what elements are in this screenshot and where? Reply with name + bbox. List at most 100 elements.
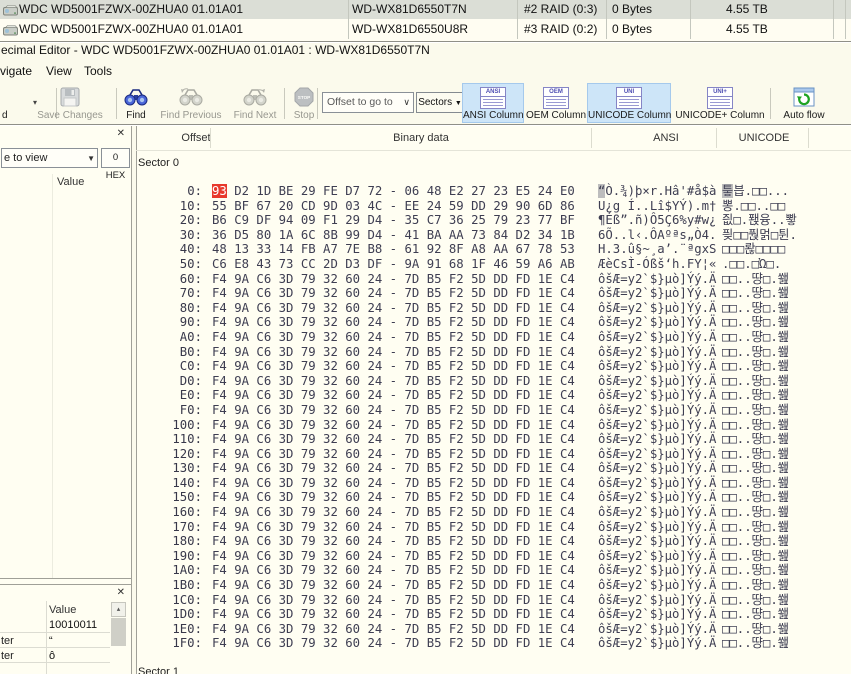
unicode-text[interactable]: 틓븝.□□... [722, 184, 789, 199]
unicode-text[interactable]: □□..땽□.쐞 [722, 330, 789, 345]
hex-bytes[interactable]: F4 9A C6 3D 79 32 60 24 - 7D B5 F2 5D DD… [212, 301, 575, 316]
selected-ansi-char[interactable]: “ [598, 184, 605, 198]
hex-bytes[interactable]: 48 13 33 14 FB A7 7E B8 - 61 92 8F A8 AA… [212, 242, 575, 257]
hex-bytes[interactable]: F4 9A C6 3D 79 32 60 24 - 7D B5 F2 5D DD… [212, 461, 575, 476]
ansi-text[interactable]: ôšÆ=y2`$}µò]Ýý.Ä [598, 593, 716, 608]
menu-item-navigate[interactable]: vigate [0, 62, 32, 80]
unicode-text[interactable]: □□..땽□.쐞 [722, 374, 789, 389]
hex-bytes[interactable]: F4 9A C6 3D 79 32 60 24 - 7D B5 F2 5D DD… [212, 403, 575, 418]
unicode-text[interactable]: □□..땽□.쐞 [722, 593, 789, 608]
hex-bytes[interactable]: F4 9A C6 3D 79 32 60 24 - 7D B5 F2 5D DD… [212, 490, 575, 505]
ansi-text[interactable]: ôšÆ=y2`$}µò]Ýý.Ä [598, 432, 716, 447]
hex-bytes[interactable]: 55 BF 67 20 CD 9D 03 4C - EE 24 59 DD 29… [212, 199, 575, 214]
hex-bytes[interactable]: F4 9A C6 3D 79 32 60 24 - 7D B5 F2 5D DD… [212, 315, 575, 330]
unicode-text[interactable]: □□..땽□.쐞 [722, 301, 789, 316]
ansi-text[interactable]: ôšÆ=y2`$}µò]Ýý.Ä [598, 476, 716, 491]
hex-bytes[interactable]: F4 9A C6 3D 79 32 60 24 - 7D B5 F2 5D DD… [212, 534, 575, 549]
combo-chevron-icon[interactable]: ∨ [403, 93, 410, 112]
ansi-text[interactable]: ôšÆ=y2`$}µò]Ýý.Ä [598, 607, 716, 622]
ansi-text[interactable]: ôšÆ=y2`$}µò]Ýý.Ä [598, 418, 716, 433]
hex-bytes[interactable]: F4 9A C6 3D 79 32 60 24 - 7D B5 F2 5D DD… [212, 447, 575, 462]
sectors-dropdown-button[interactable]: Sectors ▼ [416, 92, 464, 113]
hex-bytes[interactable]: F4 9A C6 3D 79 32 60 24 - 7D B5 F2 5D DD… [212, 286, 575, 301]
hex-bytes[interactable]: F4 9A C6 3D 79 32 60 24 - 7D B5 F2 5D DD… [212, 272, 575, 287]
find-next-button[interactable]: Find Next [228, 84, 282, 122]
menu-item-tools[interactable]: Tools [84, 62, 112, 80]
hex-bytes[interactable]: F4 9A C6 3D 79 32 60 24 - 7D B5 F2 5D DD… [212, 359, 575, 374]
oem-column-toggle[interactable]: OEM OEM Column [526, 84, 586, 122]
unicode-text[interactable]: □□..땽□.쐞 [722, 578, 789, 593]
inspector-value-ansi-char[interactable]: “ [49, 635, 53, 647]
hex-bytes[interactable]: F4 9A C6 3D 79 32 60 24 - 7D B5 F2 5D DD… [212, 622, 575, 637]
ansi-text[interactable]: ÆèCsÌ-Óßš‘h.FY¦« [598, 257, 716, 272]
selected-unicode-char[interactable]: 틓 [722, 184, 733, 198]
ansi-text[interactable]: ôšÆ=y2`$}µò]Ýý.Ä [598, 461, 716, 476]
ansi-text[interactable]: ôšÆ=y2`$}µò]Ýý.Ä [598, 315, 716, 330]
unicode-text[interactable]: □□..땽□.쐞 [722, 520, 789, 535]
hex-bytes[interactable]: F4 9A C6 3D 79 32 60 24 - 7D B5 F2 5D DD… [212, 505, 575, 520]
ansi-text[interactable]: ôšÆ=y2`$}µò]Ýý.Ä [598, 403, 716, 418]
hex-bytes[interactable]: F4 9A C6 3D 79 32 60 24 - 7D B5 F2 5D DD… [212, 330, 575, 345]
unicode-text[interactable]: □□..땽□.쐞 [722, 505, 789, 520]
inspector-value-oem-char[interactable]: ô [49, 650, 55, 662]
hex-bytes[interactable]: F4 9A C6 3D 79 32 60 24 - 7D B5 F2 5D DD… [212, 607, 575, 622]
ansi-text[interactable]: ôšÆ=y2`$}µò]Ýý.Ä [598, 490, 716, 505]
hex-bytes[interactable]: F4 9A C6 3D 79 32 60 24 - 7D B5 F2 5D DD… [212, 374, 575, 389]
unicode-plus-column-toggle[interactable]: UNI+ UNICODE+ Column [674, 84, 766, 122]
ansi-text[interactable]: 6Õ..l‹.ÔAºªs„Ò4. [598, 228, 716, 243]
ansi-text[interactable]: ôšÆ=y2`$}µò]Ýý.Ä [598, 272, 716, 287]
unicode-text[interactable]: 즶□.퐩융..뽷 [722, 213, 797, 228]
unicode-text[interactable]: □□..땽□.쐞 [722, 286, 789, 301]
menu-item-view[interactable]: View [46, 62, 72, 80]
hex-bytes[interactable]: F4 9A C6 3D 79 32 60 24 - 7D B5 F2 5D DD… [212, 432, 575, 447]
ansi-column-toggle[interactable]: ANSI ANSI Column [462, 83, 524, 123]
ansi-text[interactable]: ôšÆ=y2`$}µò]Ýý.Ä [598, 549, 716, 564]
hex-bytes[interactable]: F4 9A C6 3D 79 32 60 24 - 7D B5 F2 5D DD… [212, 578, 575, 593]
ansi-text[interactable]: “Ò.¾)þ×r.Hâ'#å$à [598, 184, 716, 199]
ansi-text[interactable]: ôšÆ=y2`$}µò]Ýý.Ä [598, 622, 716, 637]
unicode-text[interactable]: □□..땽□.쐞 [722, 432, 789, 447]
hex-bytes[interactable]: B6 C9 DF 94 09 F1 29 D4 - 35 C7 36 25 79… [212, 213, 575, 228]
unicode-text[interactable]: 픶□□풙멁□튄. [722, 228, 797, 243]
unicode-text[interactable]: □□..땽□.쐞 [722, 272, 789, 287]
scrollbar-up-button[interactable]: ▴ [111, 602, 126, 617]
ansi-text[interactable]: H.3.û§~¸a’.¨ªgxS [598, 242, 716, 257]
ansi-text[interactable]: ôšÆ=y2`$}µò]Ýý.Ä [598, 301, 716, 316]
find-previous-button[interactable]: Find Previous [156, 84, 226, 122]
unicode-column-toggle[interactable]: UNI UNICODE Column [587, 83, 671, 123]
save-changes-button[interactable]: Save Changes [28, 84, 112, 122]
unicode-text[interactable]: □□..땽□.쐞 [722, 388, 789, 403]
unicode-text[interactable]: □□..땽□.쐞 [722, 345, 789, 360]
unicode-text[interactable]: □□..땽□.쐞 [722, 359, 789, 374]
unicode-text[interactable]: □□..땽□.쐞 [722, 461, 789, 476]
hex-bytes[interactable]: C6 E8 43 73 CC 2D D3 DF - 9A 91 68 1F 46… [212, 257, 575, 272]
offset-format-field[interactable]: 0 HEX [101, 148, 130, 168]
unicode-text[interactable]: .□□.□Ὠ□. [722, 257, 781, 272]
unicode-text[interactable]: □□..땽□.쐞 [722, 403, 789, 418]
hex-bytes[interactable]: F4 9A C6 3D 79 32 60 24 - 7D B5 F2 5D DD… [212, 520, 575, 535]
ansi-text[interactable]: ôšÆ=y2`$}µò]Ýý.Ä [598, 505, 716, 520]
scrollbar-thumb[interactable] [111, 618, 126, 646]
hex-bytes[interactable]: F4 9A C6 3D 79 32 60 24 - 7D B5 F2 5D DD… [212, 549, 575, 564]
unicode-text[interactable]: □□..땽□.쐞 [722, 418, 789, 433]
ansi-text[interactable]: ôšÆ=y2`$}µò]Ýý.Ä [598, 578, 716, 593]
stop-button[interactable]: STOP Stop [288, 84, 320, 122]
ansi-text[interactable]: ôšÆ=y2`$}µò]Ýý.Ä [598, 388, 716, 403]
ansi-text[interactable]: ¶Éß”.ñ)Ô5Ç6%y#w¿ [598, 213, 716, 228]
close-icon[interactable]: ✕ [117, 128, 125, 139]
unicode-text[interactable]: □□..땽□.쐞 [722, 447, 789, 462]
find-button[interactable]: Find [118, 84, 154, 122]
ansi-text[interactable]: ôšÆ=y2`$}µò]Ýý.Ä [598, 447, 716, 462]
ansi-text[interactable]: U¿g Í..Lî$YÝ).m† [598, 199, 716, 214]
ansi-text[interactable]: ôšÆ=y2`$}µò]Ýý.Ä [598, 345, 716, 360]
device-row[interactable]: WDC WD5001FZWX-00ZHUA0 01.01A01 WD-WX81D… [0, 20, 851, 39]
hex-bytes[interactable]: F4 9A C6 3D 79 32 60 24 - 7D B5 F2 5D DD… [212, 476, 575, 491]
ansi-text[interactable]: ôšÆ=y2`$}µò]Ýý.Ä [598, 520, 716, 535]
unicode-text[interactable]: □□..땽□.쐞 [722, 607, 789, 622]
unicode-text[interactable]: 뽕.□□..□□ [722, 199, 785, 214]
hex-bytes[interactable]: 36 D5 80 1A 6C 8B 99 D4 - 41 BA AA 73 84… [212, 228, 575, 243]
unicode-text[interactable]: □□□롾□□□□ [722, 242, 785, 257]
auto-flow-button[interactable]: Auto flow [776, 84, 832, 122]
hex-bytes[interactable]: F4 9A C6 3D 79 32 60 24 - 7D B5 F2 5D DD… [212, 593, 575, 608]
hex-bytes[interactable]: F4 9A C6 3D 79 32 60 24 - 7D B5 F2 5D DD… [212, 636, 575, 651]
